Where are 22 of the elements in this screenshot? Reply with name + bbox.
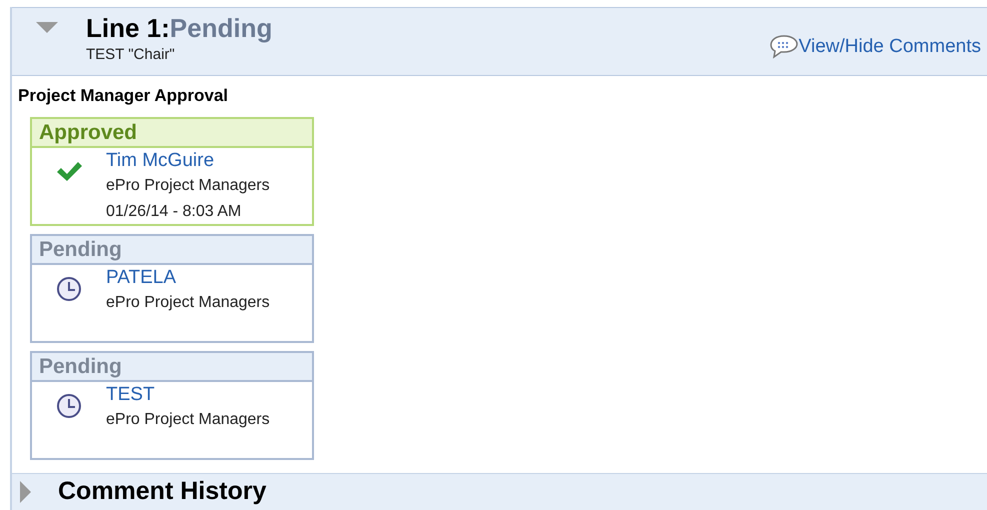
stage-title: Project Manager Approval <box>18 85 230 107</box>
clock-icon <box>56 393 82 419</box>
approver-name-link[interactable]: TEST <box>106 383 155 407</box>
checkmark-icon <box>55 159 83 183</box>
approver-name-link[interactable]: PATELA <box>106 266 176 290</box>
line-status: Pending <box>170 12 272 44</box>
approval-status: Approved <box>32 119 312 148</box>
speech-bubble-icon <box>768 34 799 60</box>
line-title: Line 1: <box>86 12 170 44</box>
view-hide-comments-link[interactable]: View/Hide Comments <box>768 33 981 62</box>
collapse-triangle-icon[interactable] <box>36 22 58 34</box>
clock-icon <box>56 276 82 302</box>
comment-history-bar[interactable]: Comment History <box>12 473 987 510</box>
approval-status: Pending <box>32 353 312 382</box>
expand-triangle-icon[interactable] <box>20 481 32 503</box>
approval-time: 01/26/14 - 8:03 AM <box>106 202 242 222</box>
line-subtitle: TEST "Chair" <box>86 45 176 65</box>
approver-name-link[interactable]: Tim McGuire <box>106 149 214 173</box>
approver-group: ePro Project Managers <box>106 407 270 433</box>
approval-status: Pending <box>32 236 312 265</box>
approver-group: ePro Project Managers <box>106 173 270 199</box>
approver-group: ePro Project Managers <box>106 290 270 316</box>
